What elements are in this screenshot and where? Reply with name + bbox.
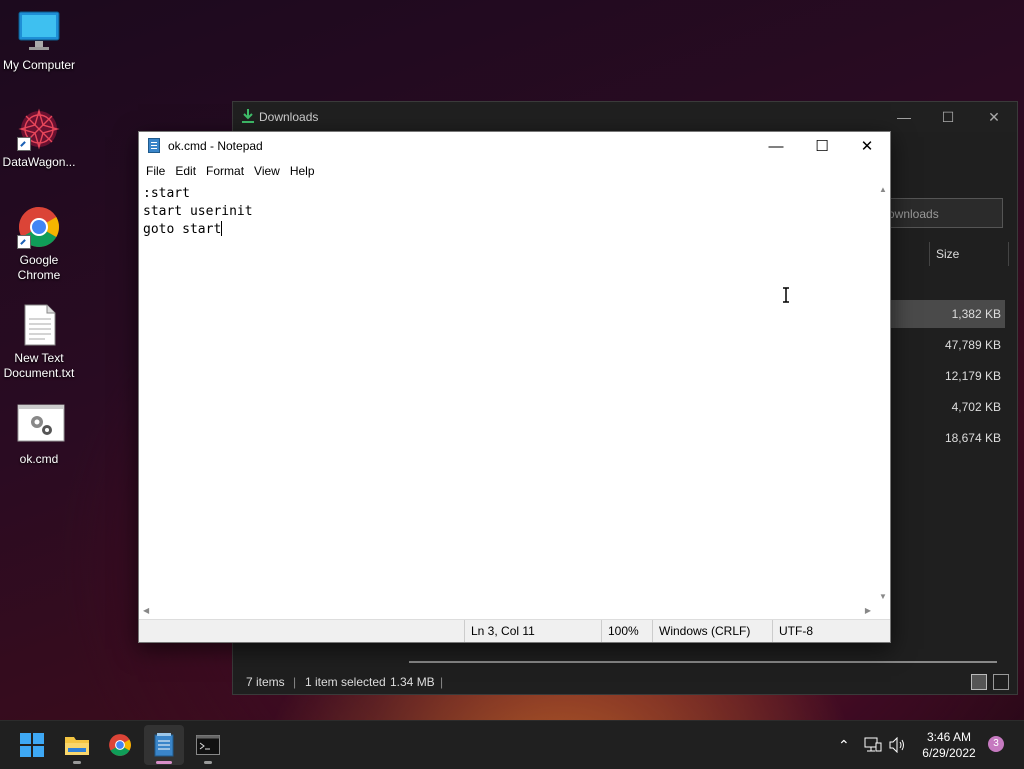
- scroll-right-icon[interactable]: ▶: [865, 606, 871, 615]
- tiles-view-icon[interactable]: [993, 674, 1009, 690]
- notepad-icon: [154, 733, 174, 757]
- desktop-icon-label: My Computer: [2, 58, 76, 72]
- explorer-minimize-button[interactable]: —: [881, 102, 927, 132]
- notepad-window[interactable]: ok.cmd - Notepad — ☐ ✕ File Edit Format …: [138, 131, 891, 643]
- scroll-up-icon[interactable]: ▲: [879, 185, 887, 194]
- datawagon-logo-icon: [17, 107, 61, 151]
- show-hidden-icons-button[interactable]: ⌃: [838, 721, 850, 769]
- desktop-icon-label: New Text Document.txt: [3, 351, 75, 380]
- monitor-icon: [17, 10, 61, 54]
- desktop-icon-label: DataWagon...: [2, 155, 76, 169]
- cursor-position: Ln 3, Col 11: [464, 620, 601, 642]
- menu-view[interactable]: View: [249, 160, 285, 182]
- notepad-status-bar: Ln 3, Col 11 100% Windows (CRLF) UTF-8: [139, 619, 890, 642]
- notepad-titlebar[interactable]: ok.cmd - Notepad — ☐ ✕: [139, 132, 890, 160]
- scroll-down-icon[interactable]: ▼: [879, 592, 887, 601]
- text-file-icon: [17, 303, 61, 347]
- taskbar-file-explorer[interactable]: [57, 725, 97, 765]
- text-line: goto start: [143, 222, 222, 237]
- notepad-horizontal-scrollbar[interactable]: ◀ ▶: [139, 603, 875, 618]
- item-count: 7 items: [246, 675, 285, 689]
- taskbar: ⌃ 3:46 AM 6/29/2022: [0, 720, 1024, 769]
- network-icon[interactable]: [864, 721, 882, 769]
- active-indicator: [156, 761, 172, 764]
- menu-edit[interactable]: Edit: [170, 160, 201, 182]
- explorer-status-bar: 7 items | 1 item selected 1.34 MB |: [233, 670, 1017, 694]
- folder-icon: [65, 737, 89, 755]
- notepad-icon: [148, 138, 160, 153]
- volume-icon[interactable]: [889, 721, 907, 769]
- text-caret: [221, 221, 223, 236]
- column-header-size[interactable]: Size: [929, 242, 1009, 266]
- menu-file[interactable]: File: [141, 160, 170, 182]
- notepad-menubar: File Edit Format View Help: [139, 160, 890, 182]
- start-button[interactable]: [12, 725, 52, 765]
- explorer-maximize-button[interactable]: ☐: [925, 102, 971, 132]
- text-line-current: goto start: [143, 221, 871, 239]
- windows-logo-icon: [20, 733, 44, 757]
- notepad-maximize-button[interactable]: ☐: [799, 132, 845, 160]
- desktop-icon-ok-cmd[interactable]: ok.cmd: [1, 404, 77, 467]
- zoom-level: 100%: [601, 620, 652, 642]
- explorer-horizontal-scrollbar[interactable]: [409, 661, 997, 663]
- chrome-icon: [17, 205, 61, 249]
- chrome-icon: [109, 734, 131, 756]
- desktop-icon-datawagon[interactable]: DataWagon...: [1, 107, 77, 170]
- selection-count: 1 item selected: [305, 675, 386, 689]
- file-row-size[interactable]: 47,789 KB: [889, 331, 1005, 359]
- explorer-close-button[interactable]: ✕: [971, 102, 1017, 132]
- notepad-vertical-scrollbar[interactable]: ▲ ▼: [875, 183, 890, 603]
- file-row-size[interactable]: 1,382 KB: [889, 300, 1005, 328]
- download-icon: [242, 109, 254, 123]
- notepad-minimize-button[interactable]: —: [753, 132, 799, 160]
- encoding: UTF-8: [772, 620, 872, 642]
- text-line: start userinit: [143, 204, 253, 219]
- explorer-title: Downloads: [259, 110, 319, 124]
- status-separator: |: [440, 675, 444, 689]
- running-indicator: [73, 761, 81, 764]
- desktop-icon-google-chrome[interactable]: Google Chrome: [1, 205, 77, 283]
- taskbar-notepad[interactable]: [144, 725, 184, 765]
- menu-format[interactable]: Format: [201, 160, 249, 182]
- chevron-up-icon: ⌃: [838, 736, 850, 753]
- text-cursor-icon: [783, 287, 789, 303]
- desktop-icon-label: Google Chrome: [17, 253, 61, 282]
- running-indicator: [204, 761, 212, 764]
- line-ending: Windows (CRLF): [652, 620, 772, 642]
- cmd-script-icon: [17, 404, 65, 448]
- file-row-size[interactable]: 4,702 KB: [889, 393, 1005, 421]
- details-view-icon[interactable]: [971, 674, 987, 690]
- text-line: :start: [143, 186, 190, 201]
- shortcut-arrow-icon: [17, 137, 31, 151]
- file-row-size[interactable]: 12,179 KB: [889, 362, 1005, 390]
- system-clock[interactable]: 3:46 AM 6/29/2022: [916, 729, 982, 761]
- desktop-icon-new-text-document[interactable]: New Text Document.txt: [1, 303, 77, 381]
- notepad-text-area[interactable]: :start start userinit goto start: [139, 183, 875, 603]
- selection-size: 1.34 MB: [390, 675, 435, 689]
- clock-time: 3:46 AM: [926, 730, 972, 744]
- explorer-search-input[interactable]: ownloads: [883, 198, 1003, 228]
- status-separator: |: [293, 675, 297, 689]
- terminal-icon: [196, 735, 220, 755]
- notepad-title: ok.cmd - Notepad: [168, 139, 263, 153]
- notification-badge[interactable]: 3: [988, 736, 1004, 752]
- scroll-left-icon[interactable]: ◀: [143, 606, 149, 615]
- taskbar-command-prompt[interactable]: [188, 725, 228, 765]
- notepad-close-button[interactable]: ✕: [844, 132, 890, 160]
- menu-help[interactable]: Help: [285, 160, 320, 182]
- clock-date: 6/29/2022: [922, 746, 976, 760]
- taskbar-chrome[interactable]: [100, 725, 140, 765]
- desktop-icon-my-computer[interactable]: My Computer: [1, 10, 77, 73]
- shortcut-arrow-icon: [17, 235, 31, 249]
- desktop-icon-label: ok.cmd: [19, 452, 59, 466]
- file-row-size[interactable]: 18,674 KB: [889, 424, 1005, 452]
